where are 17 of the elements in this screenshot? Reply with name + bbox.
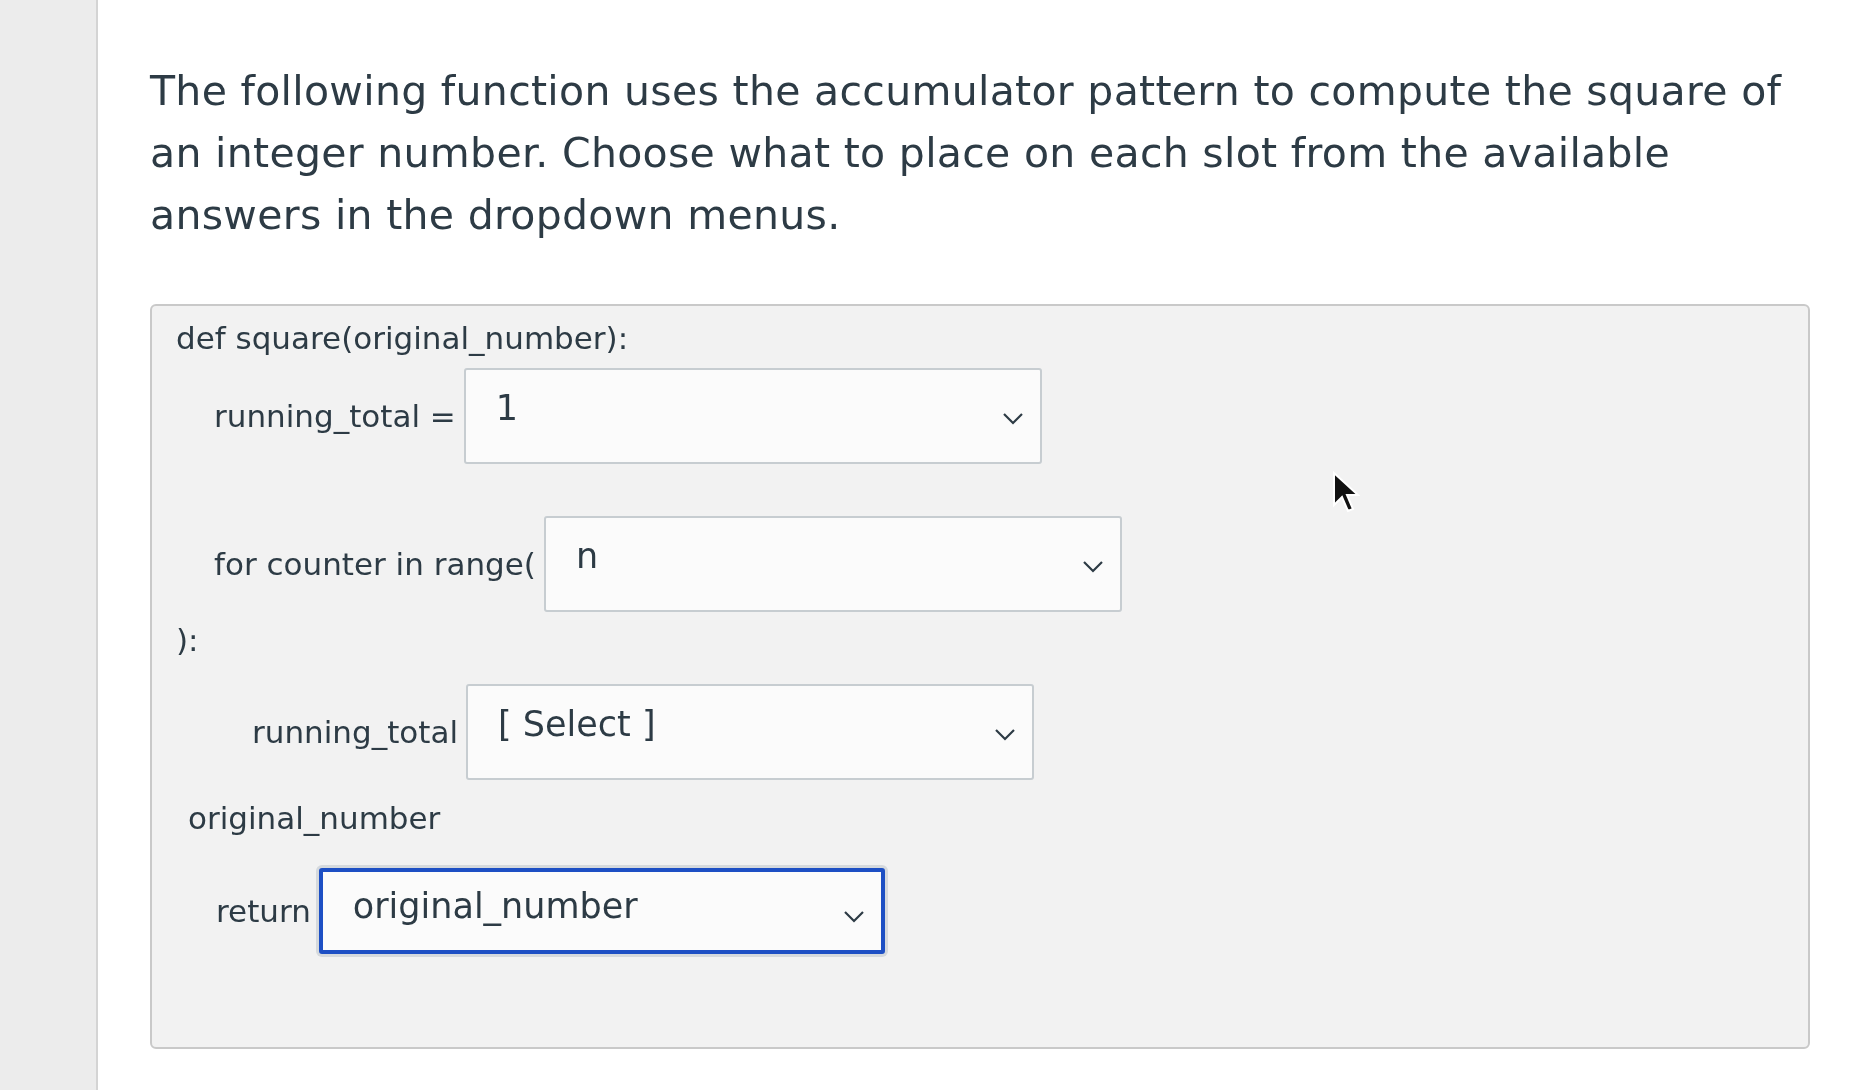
chevron-down-icon bbox=[1081, 560, 1104, 574]
code-label: running_total = bbox=[214, 398, 456, 434]
answer-dropdown[interactable]: [ Select ] bbox=[466, 684, 1034, 780]
question-text: The following function uses the accumulator pattern to compute the square of an integer number. Choose what to place on each slot from the available answers in the dropdown menus. bbox=[150, 66, 1783, 241]
chevron-down-icon bbox=[1001, 412, 1024, 426]
chevron-down-icon bbox=[842, 910, 865, 924]
code-text: def square(original_number): bbox=[176, 320, 629, 356]
code-text: original_number bbox=[188, 800, 441, 836]
answer-dropdown[interactable]: n bbox=[543, 516, 1122, 612]
answer-dropdown[interactable]: original_number bbox=[318, 868, 885, 954]
answer-dropdown[interactable]: 1 bbox=[463, 368, 1042, 464]
cursor-icon bbox=[1332, 471, 1360, 515]
chevron-down-icon bbox=[994, 728, 1016, 742]
code-label: for counter in range( bbox=[214, 546, 536, 582]
code-label: return bbox=[216, 893, 311, 929]
code-label: running_total bbox=[252, 714, 458, 750]
code-text: ): bbox=[176, 622, 199, 658]
